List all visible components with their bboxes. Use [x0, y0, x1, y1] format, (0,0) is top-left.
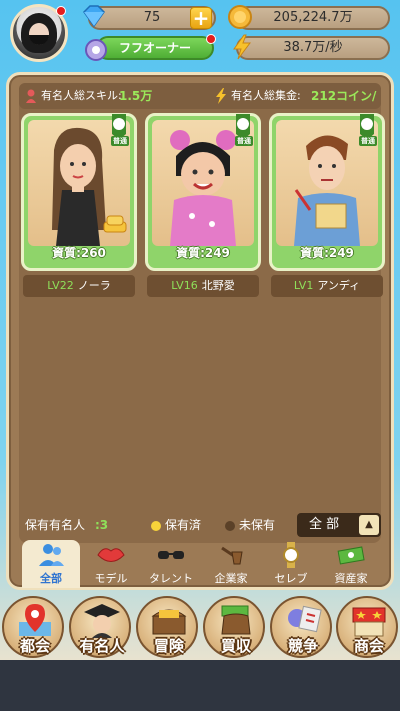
nav-adventure[interactable]: 冒険	[136, 596, 198, 658]
badge-notification-dot	[206, 34, 216, 44]
diamond-icon	[83, 5, 105, 28]
nav-competition[interactable]: 競争	[270, 596, 332, 658]
bottom-nav: 都会 有名人 冒険 買収 競争 商会	[0, 592, 400, 660]
lightning-small-icon	[216, 88, 226, 104]
lightning-icon	[233, 34, 251, 60]
celebrity-card-kitano-ai[interactable]: 普通 資質:249	[145, 113, 261, 271]
celebrity-name: アンディ	[317, 279, 361, 292]
celebrity-name: ノーラ	[77, 279, 111, 292]
rank-badge-label: 普通	[235, 136, 253, 146]
nav-acquisition[interactable]: 買収	[203, 596, 265, 658]
tab-label: 全部	[40, 572, 62, 585]
lips-icon	[97, 548, 125, 562]
celebrity-nameplate[interactable]: LV22 ノーラ	[23, 275, 135, 297]
chevron-up-icon[interactable]: ▲	[359, 515, 379, 535]
filter-value: 全 部	[309, 517, 340, 532]
sunglasses-icon	[158, 551, 184, 559]
coin-icon	[228, 5, 252, 29]
owned-label: 保有有名人	[25, 518, 86, 532]
owned-count: :3	[95, 518, 109, 532]
tab-celebs[interactable]: セレブ	[262, 540, 320, 588]
tab-models[interactable]: モデル	[82, 540, 140, 588]
tab-label: 資産家	[334, 572, 368, 585]
celebrity-nameplate[interactable]: LV1 アンディ	[271, 275, 383, 297]
income-counter: 38.7万/秒	[236, 36, 390, 60]
tab-all[interactable]: 全部	[22, 540, 80, 588]
tab-label: 企業家	[214, 572, 248, 585]
coin-count: 205,224.7万	[273, 10, 353, 25]
top-hud: 75 + 205,224.7万 フフオーナー 38.7万/秒	[0, 0, 400, 66]
title-badge-label: フフオーナー	[118, 41, 191, 55]
tab-wealthy[interactable]: 資産家	[322, 540, 380, 588]
nav-celebrities[interactable]: 有名人	[69, 596, 131, 658]
medal-icon	[85, 39, 107, 61]
treasure-icon	[151, 609, 187, 635]
tab-entrepreneurs[interactable]: 企業家	[202, 540, 260, 588]
tab-talent[interactable]: タレント	[142, 540, 200, 588]
coin-counter: 205,224.7万	[236, 6, 390, 30]
level-label: LV16	[171, 279, 198, 292]
celebrity-nameplate[interactable]: LV16 北野愛	[147, 275, 259, 297]
celebrity-card-nora[interactable]: 普通 資質:260	[21, 113, 137, 271]
nav-label: 買収	[220, 637, 251, 655]
owned-legend: 保有済	[151, 511, 201, 539]
cash-icon	[337, 546, 365, 565]
money-bag-icon	[221, 605, 251, 635]
rank-badge-label: 普通	[111, 136, 129, 146]
skill-label: 有名人総スキル:	[41, 89, 122, 102]
celebrity-card-andy[interactable]: 普通 資質:249	[269, 113, 385, 271]
nav-guild[interactable]: 商会	[336, 596, 398, 658]
skill-value: 1.5万	[119, 89, 153, 103]
rank-badge-label: 普通	[359, 136, 377, 146]
title-badge[interactable]: フフオーナー	[96, 36, 214, 60]
stats-bar: 有名人総スキル: 1.5万 有名人総集金: 212コイン/秒	[19, 83, 381, 129]
sofa-icon	[103, 215, 127, 233]
diamond-count: 75	[143, 10, 161, 25]
tab-label: タレント	[149, 572, 193, 585]
owned-summary-bar: 保有有名人 :3 保有済 未保有 全 部 ▲	[19, 511, 381, 539]
quality-value: 資質:249	[176, 246, 230, 260]
contest-icon	[288, 605, 322, 633]
avatar-notification-dot	[56, 6, 66, 16]
nav-label: 商会	[353, 637, 384, 655]
celebrity-name: 北野愛	[201, 279, 235, 292]
guild-icon	[352, 607, 386, 637]
nav-city[interactable]: 都会	[2, 596, 64, 658]
person-icon	[26, 89, 36, 103]
owned-legend-label: 保有済	[165, 518, 202, 532]
level-label: LV1	[293, 279, 314, 292]
nav-label: 冒険	[153, 637, 184, 655]
tab-label: セレブ	[274, 572, 308, 585]
quality-value: 資質:260	[52, 246, 106, 260]
add-diamonds-button[interactable]: +	[190, 7, 212, 29]
nav-label: 都会	[19, 637, 50, 655]
owned-dot-icon	[151, 520, 161, 531]
income-rate: 38.7万/秒	[283, 40, 343, 55]
unowned-dot-icon	[225, 520, 235, 531]
nav-label: 競争	[287, 637, 318, 655]
watch-icon	[283, 542, 299, 568]
pipe-icon	[221, 546, 243, 565]
people-icon	[39, 544, 64, 566]
unowned-legend: 未保有	[225, 511, 275, 539]
collect-label: 有名人総集金:	[231, 89, 301, 102]
filter-dropdown[interactable]: 全 部 ▲	[297, 513, 381, 537]
system-bar-area	[0, 660, 400, 711]
nav-label: 有名人	[79, 637, 125, 655]
unowned-legend-label: 未保有	[239, 518, 276, 532]
category-tabs: 全部 モデル タレント 企業家 セレブ 資産家	[18, 540, 390, 590]
quality-value: 資質:249	[300, 246, 354, 260]
map-pin-icon	[19, 604, 51, 636]
tab-label: モデル	[94, 572, 128, 585]
level-label: LV22	[47, 279, 74, 292]
celebrity-panel: 有名人総スキル: 1.5万 有名人総集金: 212コイン/秒	[6, 72, 394, 590]
graduate-icon	[84, 604, 120, 638]
